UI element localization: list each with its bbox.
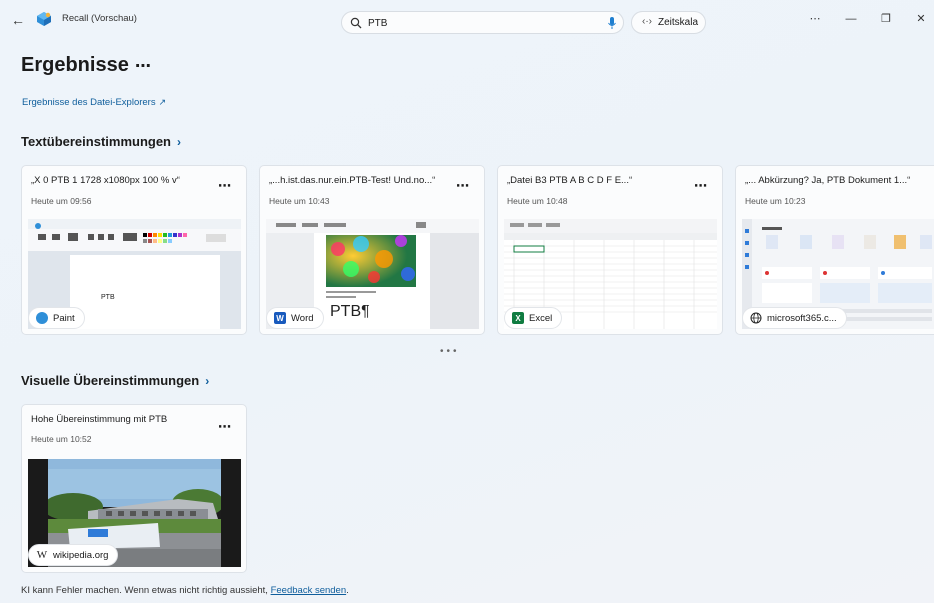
card-title: „X 0 PTB 1 1728 x1080px 100 % v“ — [31, 175, 180, 186]
timeline-label: Zeitskala — [658, 17, 699, 28]
text-matches-header[interactable]: Textübereinstimmungen › — [21, 134, 181, 149]
search-box[interactable] — [341, 11, 624, 34]
app-chip-label: Excel — [529, 312, 553, 324]
card-title: „...h.ist.das.nur.ein.PTB-Test! Und.no..… — [269, 175, 436, 186]
feedback-link[interactable]: Feedback senden — [271, 585, 347, 596]
excel-app-icon: X — [512, 312, 524, 324]
file-explorer-results-link[interactable]: Ergebnisse des Datei-Explorers ↗ — [22, 97, 166, 108]
chevron-right-icon: › — [177, 135, 182, 149]
app-chip-paint: Paint — [28, 307, 85, 329]
text-match-card-excel[interactable]: „Datei B3 PTB A B C D F E...“ ⋯ Heute um… — [497, 165, 723, 335]
arrow-left-icon: ← — [11, 12, 25, 28]
app-title: Recall (Vorschau) — [62, 13, 137, 24]
recall-logo-icon — [37, 12, 51, 26]
card-timestamp: Heute um 10:23 — [745, 196, 806, 206]
text-match-card-paint[interactable]: „X 0 PTB 1 1728 x1080px 100 % v“ ⋯ Heute… — [21, 165, 247, 335]
wikipedia-icon: W — [36, 549, 48, 561]
card-timestamp: Heute um 10:48 — [507, 196, 568, 206]
app-chip-excel: X Excel — [504, 307, 563, 329]
card-timestamp: Heute um 10:52 — [31, 434, 92, 444]
app-chip-label: Word — [291, 312, 314, 324]
word-document-text: PTB¶ — [330, 303, 370, 320]
window-more-button[interactable]: ⋯ — [806, 10, 824, 28]
card-title: „Datei B3 PTB A B C D F E...“ — [507, 175, 633, 186]
card-more-button[interactable]: ⋯ — [218, 419, 232, 435]
external-link-icon: ↗ — [158, 97, 167, 107]
card-timestamp: Heute um 10:43 — [269, 196, 330, 206]
app-chip-microsoft365: microsoft365.c... — [742, 307, 847, 329]
paint-app-icon — [36, 312, 48, 324]
globe-icon — [750, 312, 762, 324]
paint-canvas-text: PTB — [101, 294, 115, 301]
card-more-button[interactable]: ⋯ — [694, 178, 708, 194]
card-title: Hohe Übereinstimmung mit PTB — [31, 414, 168, 425]
disclaimer-text: KI kann Fehler machen. Wenn etwas nicht … — [21, 585, 271, 596]
minimize-button[interactable]: — — [842, 10, 860, 28]
app-chip-label: wikipedia.org — [53, 549, 109, 561]
close-button[interactable]: ✕ — [912, 10, 930, 28]
card-title: „... Abkürzung? Ja, PTB Dokument 1...“ — [745, 175, 911, 186]
visual-matches-header[interactable]: Visuelle Übereinstimmungen › — [21, 373, 209, 388]
text-matches-title: Textübereinstimmungen — [21, 134, 172, 149]
card-more-button[interactable]: ⋯ — [218, 178, 232, 194]
maximize-button[interactable]: ❐ — [877, 10, 895, 28]
results-more-button[interactable]: ⋯ — [135, 56, 152, 76]
chevron-right-icon: › — [205, 374, 210, 388]
page-title: Ergebnisse — [21, 54, 129, 76]
card-more-button[interactable]: ⋯ — [456, 178, 470, 194]
visual-match-card-wikipedia[interactable]: Hohe Übereinstimmung mit PTB ⋯ Heute um … — [21, 404, 247, 573]
app-chip-wikipedia: W wikipedia.org — [28, 544, 119, 566]
disclaimer-period: . — [346, 585, 349, 596]
app-chip-label: Paint — [53, 312, 75, 324]
back-button[interactable]: ← — [8, 10, 28, 30]
word-app-icon: W — [274, 312, 286, 324]
card-timestamp: Heute um 09:56 — [31, 196, 92, 206]
microphone-icon[interactable] — [607, 16, 617, 30]
file-explorer-link-label: Ergebnisse des Datei-Explorers — [22, 97, 156, 108]
search-icon — [350, 17, 362, 29]
search-input[interactable] — [368, 15, 598, 31]
app-chip-word: W Word — [266, 307, 324, 329]
visual-matches-title: Visuelle Übereinstimmungen — [21, 373, 200, 388]
title-bar: ← Recall (Vorschau) ‹·› Zeitskala ⋯ — ❐ … — [0, 0, 934, 40]
carousel-pager[interactable]: ••• — [440, 346, 460, 357]
timeline-button[interactable]: ‹·› Zeitskala — [631, 11, 706, 34]
app-chip-label: microsoft365.c... — [767, 312, 837, 324]
text-match-card-word[interactable]: „...h.ist.das.nur.ein.PTB-Test! Und.no..… — [259, 165, 485, 335]
text-match-card-microsoft365[interactable]: „... Abkürzung? Ja, PTB Dokument 1...“ H… — [735, 165, 934, 335]
ai-disclaimer: KI kann Fehler machen. Wenn etwas nicht … — [21, 585, 349, 596]
timeline-icon: ‹·› — [642, 16, 652, 27]
